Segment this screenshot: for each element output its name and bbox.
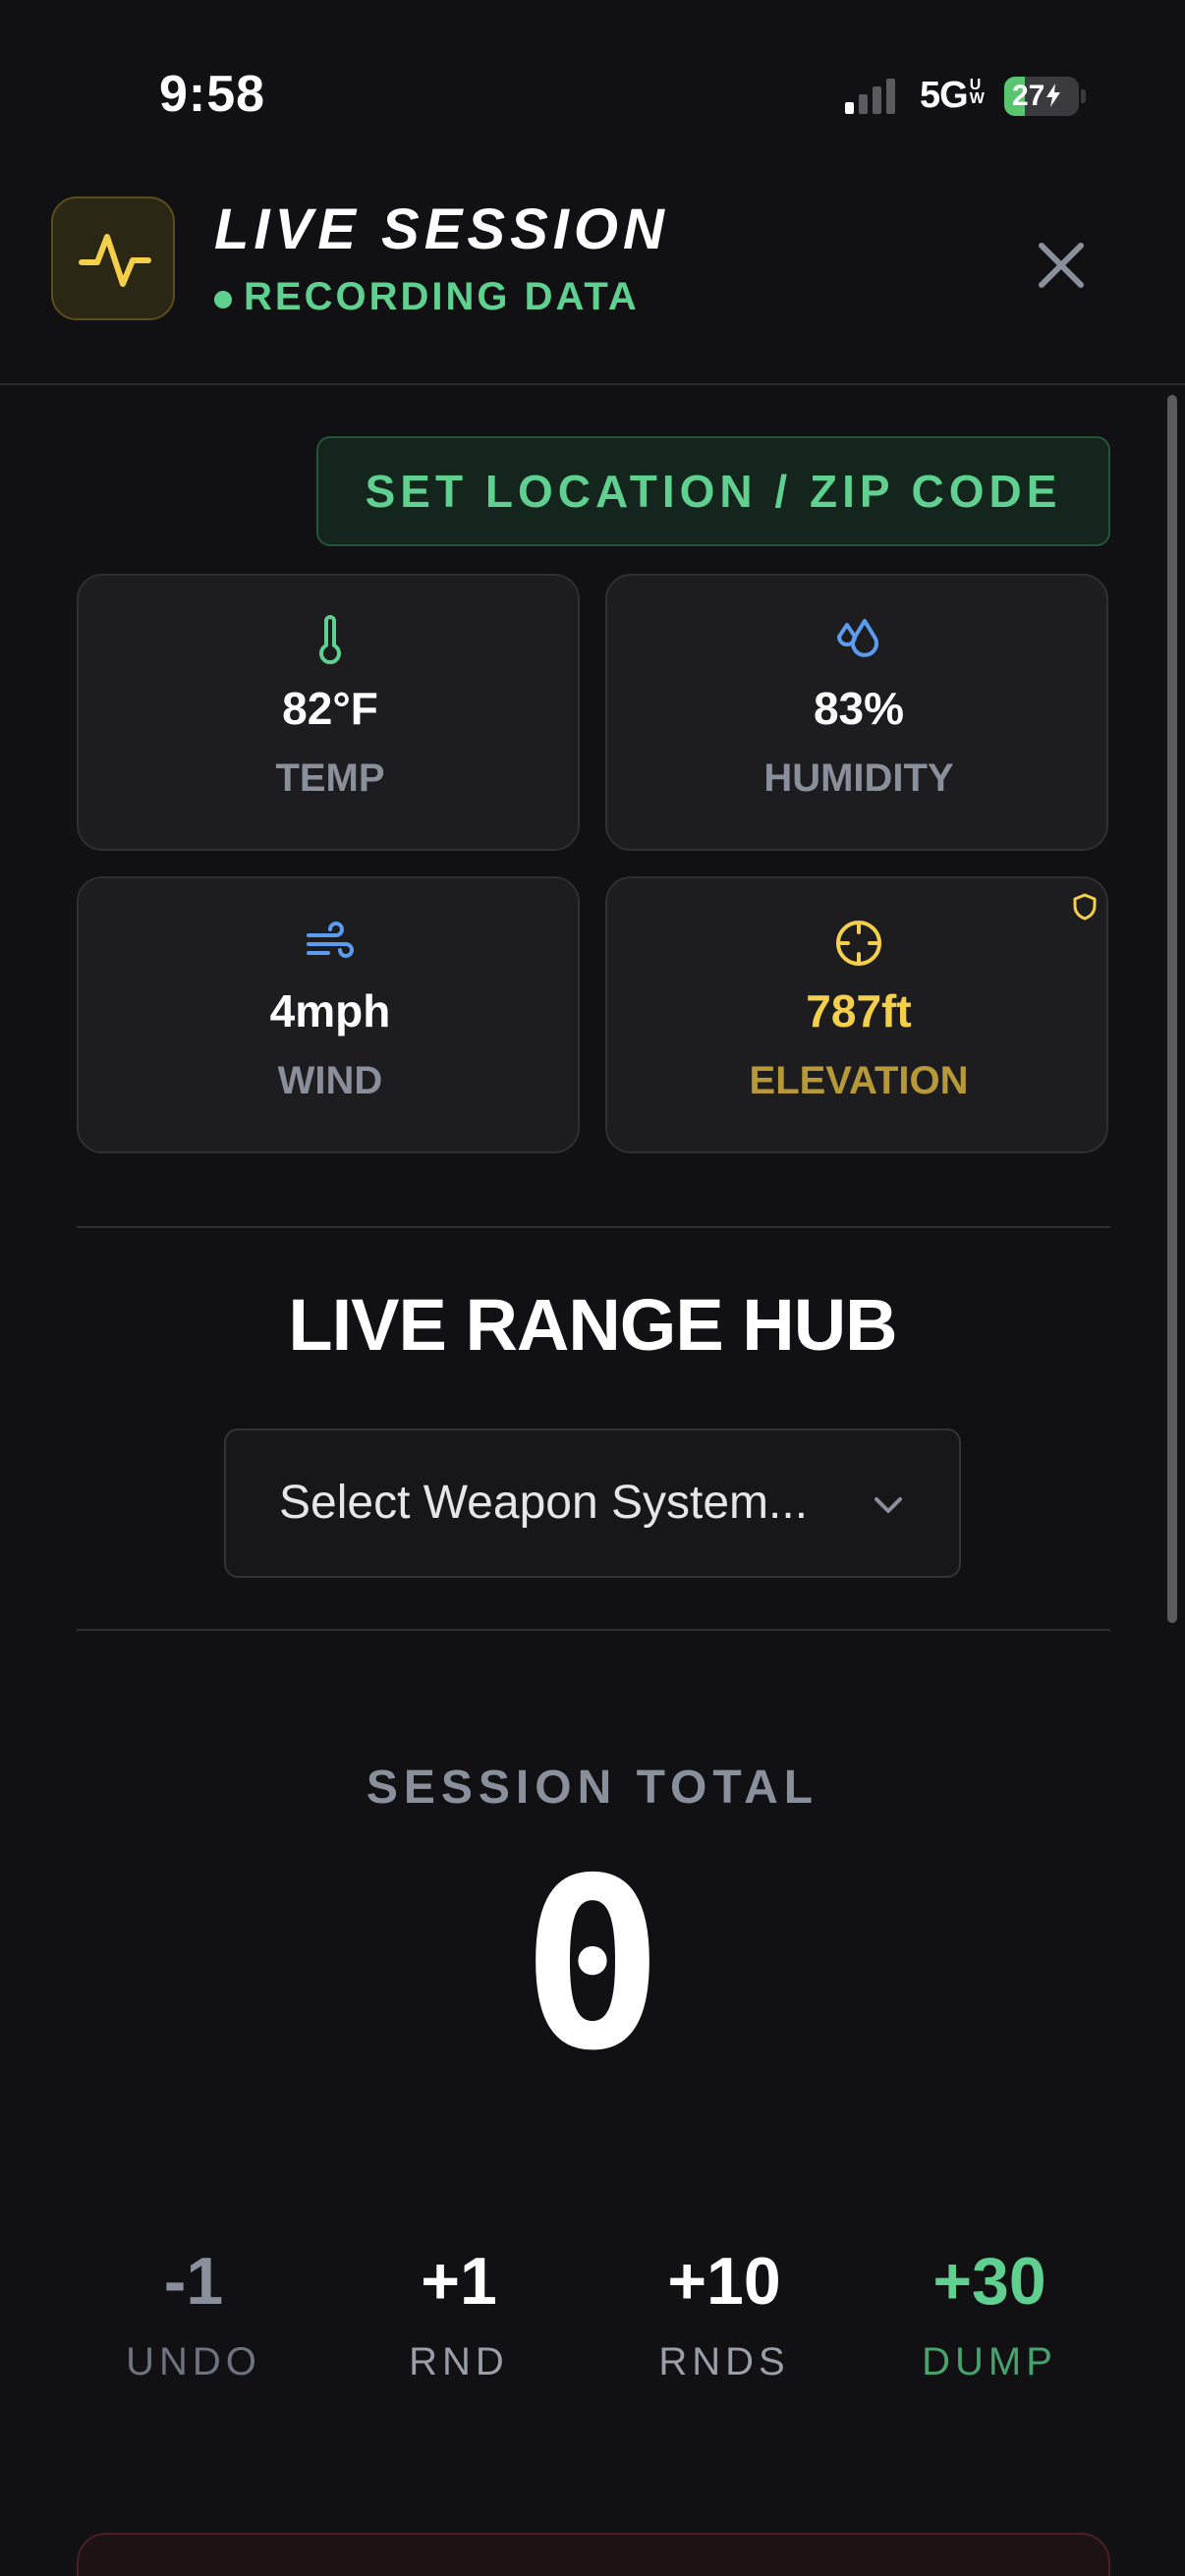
wind-icon	[307, 922, 354, 958]
cellular-signal-icon	[845, 79, 895, 114]
droplets-icon	[837, 619, 878, 657]
weather-card-humidity: 83% HUMIDITY	[605, 574, 1108, 851]
humidity-label: HUMIDITY	[763, 756, 954, 800]
dump-label: DUMP	[922, 2340, 1057, 2383]
session-header: LIVE SESSION RECORDING DATA	[0, 177, 1185, 385]
add-one-round-button[interactable]: +1 RND	[326, 2240, 592, 2417]
session-total-value: 0	[521, 1827, 664, 2102]
chevron-down-icon	[875, 1497, 902, 1513]
close-button[interactable]	[1022, 226, 1100, 305]
weather-card-temp: 82°F TEMP	[77, 574, 580, 851]
divider	[77, 1629, 1110, 1631]
status-bar: 9:58 5G UW 27	[0, 0, 1185, 177]
temp-value: 82°F	[282, 683, 378, 734]
undo-button[interactable]: -1 UNDO	[61, 2240, 326, 2417]
activity-pulse-icon	[51, 196, 175, 320]
divider	[77, 1226, 1110, 1228]
recording-indicator	[214, 291, 232, 308]
thermometer-icon	[319, 615, 341, 665]
undo-value: -1	[163, 2244, 224, 2319]
battery-level: 27	[1004, 77, 1079, 116]
close-icon	[1039, 243, 1084, 288]
rnds-value: +10	[667, 2244, 781, 2319]
humidity-value: 83%	[813, 683, 905, 734]
undo-label: UNDO	[126, 2340, 261, 2383]
bottom-action-panel[interactable]	[77, 2533, 1110, 2576]
set-location-button[interactable]: SET LOCATION / ZIP CODE	[316, 436, 1110, 546]
charging-bolt-icon	[1046, 84, 1061, 107]
wind-label: WIND	[277, 1059, 383, 1102]
elevation-label: ELEVATION	[749, 1059, 969, 1102]
rnd-value: +1	[421, 2244, 497, 2319]
dump-value: +30	[932, 2244, 1046, 2319]
recording-status: RECORDING DATA	[244, 275, 640, 318]
scrollbar[interactable]	[1167, 395, 1177, 1623]
dump-button[interactable]: +30 DUMP	[857, 2240, 1122, 2417]
weather-card-wind: 4mph WIND	[77, 876, 580, 1153]
status-time: 9:58	[159, 66, 266, 123]
weather-card-elevation: 787ft ELEVATION	[605, 876, 1108, 1153]
add-ten-rounds-button[interactable]: +10 RNDS	[592, 2240, 857, 2417]
weapon-system-select[interactable]: Select Weapon System...	[224, 1428, 961, 1578]
hub-title: LIVE RANGE HUB	[288, 1284, 897, 1366]
page-title: LIVE SESSION	[214, 197, 669, 261]
rnd-label: RND	[409, 2340, 509, 2383]
session-total-label: SESSION TOTAL	[366, 1762, 819, 1814]
battery-icon: 27	[1004, 77, 1087, 116]
rnds-label: RNDS	[658, 2340, 790, 2383]
elevation-value: 787ft	[806, 985, 912, 1036]
network-type: 5G UW	[920, 75, 985, 116]
temp-label: TEMP	[275, 756, 385, 800]
wind-value: 4mph	[269, 985, 391, 1036]
live-session-screen: 9:58 5G UW 27 LIVE SESSION RECORDING DATA	[0, 0, 1185, 2576]
crosshair-icon	[836, 921, 881, 966]
weapon-select-placeholder: Select Weapon System...	[279, 1477, 809, 1529]
